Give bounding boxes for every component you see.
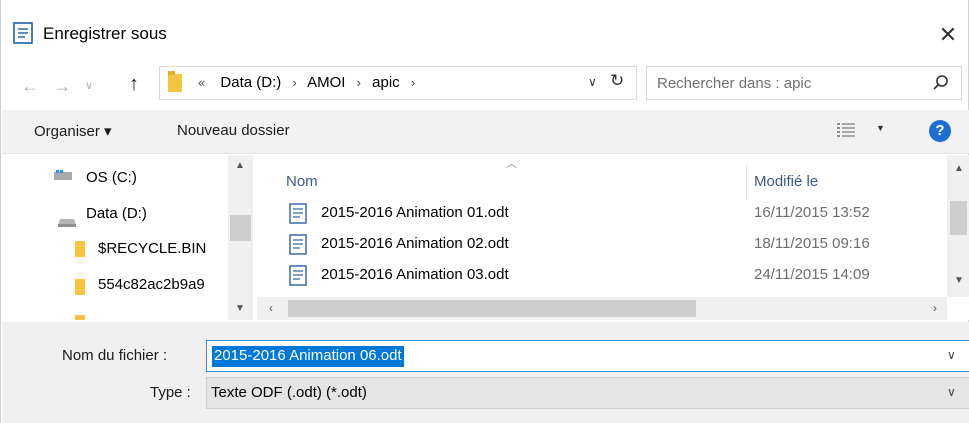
search-box[interactable]: Rechercher dans : apic	[646, 66, 962, 100]
save-form: Nom du fichier : 2015-2016 Animation 06.…	[2, 322, 969, 423]
view-dropdown-chevron-icon[interactable]: ▼	[876, 123, 885, 133]
title-bar: Enregistrer sous ✕	[1, 0, 969, 56]
help-button[interactable]: ?	[929, 120, 951, 142]
file-name: 2015-2016 Animation 01.odt	[321, 204, 509, 221]
folder-icon	[75, 241, 85, 257]
windows-drive-icon	[54, 170, 72, 180]
folder-icon	[168, 71, 182, 92]
vertical-scrollbar-thumb[interactable]	[950, 201, 967, 235]
odt-file-icon	[289, 203, 307, 224]
scroll-down-icon[interactable]: ▼	[235, 303, 245, 314]
file-name: 2015-2016 Animation 03.odt	[321, 266, 509, 283]
scroll-up-icon[interactable]: ▲	[235, 160, 245, 171]
sidebar-item-os-c[interactable]: OS (C:)	[86, 169, 137, 186]
file-list-pane: ︿ Nom Modifié le 2015-2016 Animation 01.…	[257, 155, 969, 320]
breadcrumb: « Data (D:) › AMOI › apic ›	[198, 74, 422, 91]
address-history-chevron-icon[interactable]: ∨	[588, 75, 597, 89]
document-icon	[13, 22, 33, 44]
folder-icon	[75, 279, 85, 295]
filename-input[interactable]: 2015-2016 Animation 06.odt	[212, 346, 404, 367]
column-divider[interactable]	[746, 165, 747, 199]
forward-arrow-icon[interactable]: →	[53, 76, 71, 97]
search-input[interactable]: Rechercher dans : apic	[657, 75, 811, 92]
recent-locations-chevron-icon[interactable]: ∨	[85, 79, 93, 92]
breadcrumb-item-data[interactable]: Data (D:)	[220, 74, 281, 91]
command-bar: Organiser ▾ Nouveau dossier ▼ ?	[2, 110, 969, 154]
back-arrow-icon[interactable]: ←	[21, 76, 39, 97]
file-name: 2015-2016 Animation 02.odt	[321, 235, 509, 252]
horizontal-scrollbar-thumb[interactable]	[288, 300, 696, 317]
drive-icon	[58, 219, 76, 227]
filename-label: Nom du fichier :	[62, 347, 168, 364]
save-as-dialog: Enregistrer sous ✕ ← → ∨ ↑ « Data (D:) ›…	[0, 0, 969, 423]
chevron-right-icon[interactable]: ›	[357, 75, 361, 90]
odt-file-icon	[289, 234, 307, 255]
filename-dropdown-chevron-icon[interactable]: ∨	[947, 348, 956, 362]
scroll-right-icon[interactable]: ›	[933, 301, 937, 315]
search-icon[interactable]	[931, 73, 951, 93]
scroll-down-icon[interactable]: ▼	[954, 275, 964, 286]
breadcrumb-item-apic[interactable]: apic	[372, 74, 400, 91]
close-button[interactable]: ✕	[933, 20, 963, 50]
chevron-right-icon[interactable]: ›	[411, 75, 415, 90]
file-type-select[interactable]: Texte ODF (.odt) (*.odt) ∨	[206, 377, 969, 409]
file-row[interactable]: 2015-2016 Animation 02.odt 18/11/2015 09…	[257, 230, 942, 260]
sidebar-item-recycle-bin[interactable]: $RECYCLE.BIN	[98, 240, 206, 257]
file-type-label: Type :	[150, 384, 191, 401]
column-header-modified[interactable]: Modifié le	[754, 173, 818, 190]
file-modified-date: 18/11/2015 09:16	[754, 235, 870, 252]
address-bar[interactable]: « Data (D:) › AMOI › apic › ∨ ↻	[159, 66, 637, 100]
file-type-dropdown-chevron-icon[interactable]: ∨	[947, 385, 956, 399]
navigation-pane: OS (C:) Data (D:) $RECYCLE.BIN 554c82ac2…	[2, 155, 253, 320]
up-arrow-icon[interactable]: ↑	[129, 73, 139, 96]
scroll-up-icon[interactable]: ▲	[954, 163, 964, 174]
column-header-name[interactable]: Nom	[286, 173, 318, 190]
file-modified-date: 24/11/2015 14:09	[754, 266, 870, 283]
filename-field[interactable]: 2015-2016 Animation 06.odt ∨	[206, 340, 969, 372]
nav-scrollbar-thumb[interactable]	[230, 215, 251, 241]
view-options-icon[interactable]	[837, 122, 855, 138]
file-type-value: Texte ODF (.odt) (*.odt)	[211, 384, 367, 401]
organise-button[interactable]: Organiser ▾	[34, 122, 112, 140]
chevron-right-icon[interactable]: ›	[292, 75, 296, 90]
file-row[interactable]: 2015-2016 Animation 01.odt 16/11/2015 13…	[257, 199, 942, 229]
sort-indicator-icon: ︿	[506, 158, 517, 170]
dialog-title: Enregistrer sous	[43, 24, 167, 43]
scroll-left-icon[interactable]: ‹	[269, 301, 273, 315]
file-row[interactable]: 2015-2016 Animation 03.odt 24/11/2015 14…	[257, 261, 942, 291]
breadcrumb-overflow[interactable]: «	[198, 75, 205, 90]
odt-file-icon	[289, 265, 307, 286]
sidebar-item-folder-554c[interactable]: 554c82ac2b9a9	[98, 276, 205, 293]
new-folder-button[interactable]: Nouveau dossier	[177, 122, 290, 139]
file-modified-date: 16/11/2015 13:52	[754, 204, 870, 221]
sidebar-item-data-d[interactable]: Data (D:)	[86, 205, 147, 222]
folder-icon	[75, 315, 85, 320]
refresh-icon[interactable]: ↻	[610, 71, 624, 91]
breadcrumb-item-amoi[interactable]: AMOI	[307, 74, 345, 91]
